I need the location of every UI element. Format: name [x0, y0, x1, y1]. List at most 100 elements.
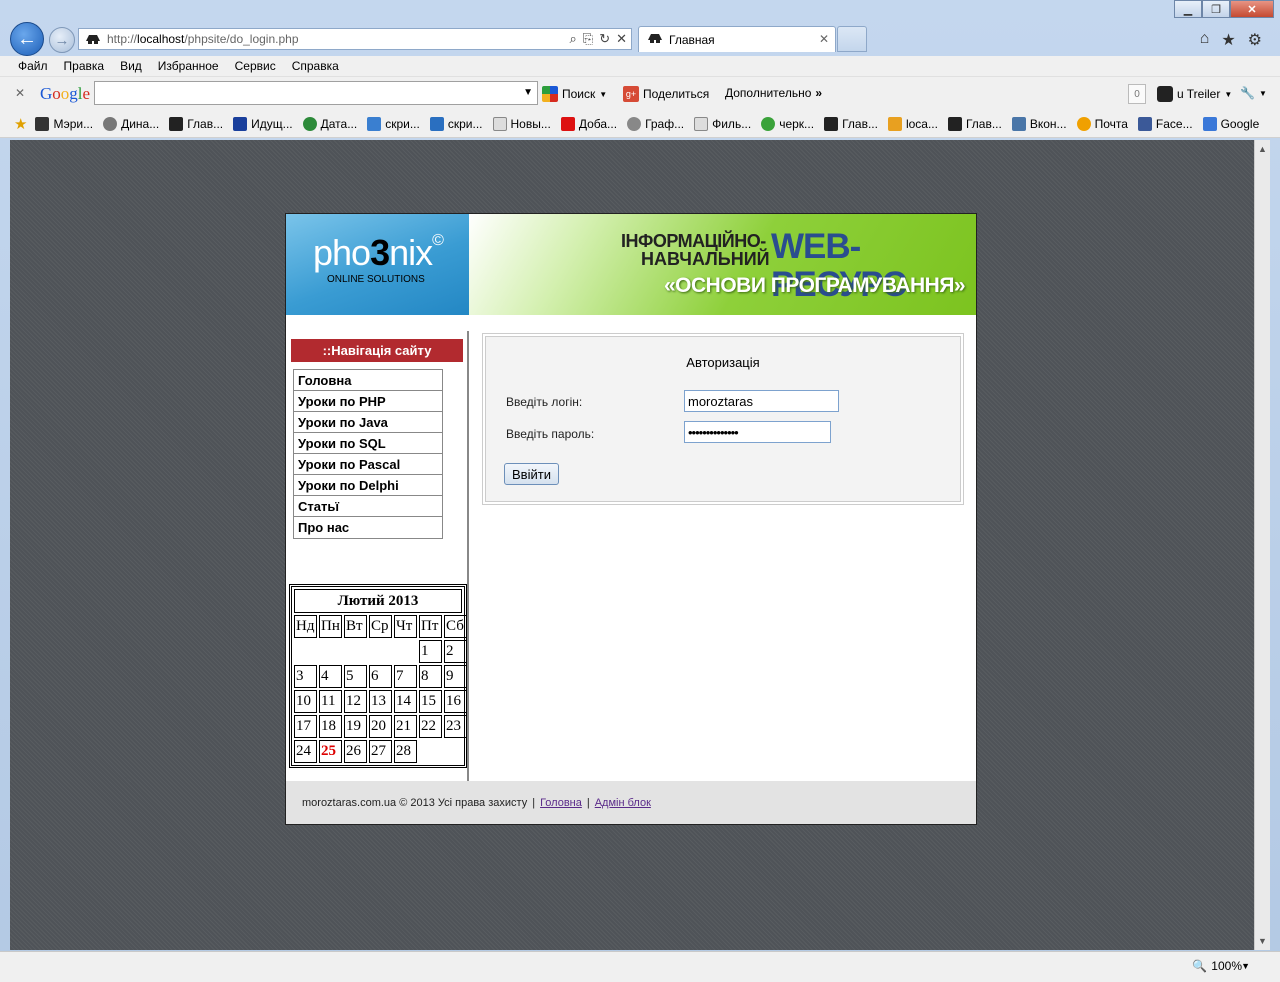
calendar-day[interactable]: 14 [394, 690, 417, 713]
login-input[interactable]: moroztaras [684, 390, 839, 412]
calendar-day[interactable]: 24 [294, 740, 317, 763]
calendar-day[interactable]: 6 [369, 665, 392, 688]
calendar-day[interactable]: 2 [444, 640, 467, 663]
google-search-icon [542, 86, 558, 102]
calendar-today[interactable]: 25 [319, 740, 342, 763]
login-submit-button[interactable]: Ввійти [504, 463, 559, 485]
nav-item-articles[interactable]: Статьї [294, 496, 442, 517]
calendar-day[interactable]: 10 [294, 690, 317, 713]
footer-link-admin[interactable]: Адмін блок [595, 797, 651, 809]
add-favorite-star-icon[interactable]: ★ [14, 115, 27, 133]
calendar-day[interactable]: 12 [344, 690, 367, 713]
new-tab-button[interactable] [837, 26, 867, 52]
calendar-day[interactable]: 27 [369, 740, 392, 763]
zoom-control[interactable]: 🔍 100% [1192, 959, 1242, 973]
bookmark-item[interactable]: скри... [367, 116, 420, 131]
refresh-icon[interactable]: ↻ [599, 31, 610, 47]
bookmark-item[interactable]: Дина... [103, 116, 159, 131]
bookmark-item[interactable]: скри... [429, 116, 483, 131]
toolbar-close-icon[interactable]: ✕ [15, 86, 25, 100]
menu-favorites[interactable]: Избранное [158, 59, 219, 73]
bookmark-item[interactable]: Филь... [694, 116, 751, 131]
menu-edit[interactable]: Правка [64, 59, 105, 73]
calendar-day[interactable]: 15 [419, 690, 442, 713]
menu-tools[interactable]: Сервис [235, 59, 276, 73]
maximize-button[interactable]: ❐ [1202, 0, 1230, 18]
calendar-day[interactable]: 7 [394, 665, 417, 688]
footer-link-home[interactable]: Головна [540, 797, 582, 809]
calendar-day[interactable]: 16 [444, 690, 467, 713]
calendar-day[interactable]: 1 [419, 640, 442, 663]
close-window-button[interactable]: ✕ [1230, 0, 1274, 18]
calendar-day[interactable]: 19 [344, 715, 367, 738]
bookmark-item[interactable]: loca... [887, 116, 938, 131]
tab-close-icon[interactable]: ✕ [819, 32, 829, 46]
menu-view[interactable]: Вид [120, 59, 142, 73]
password-input[interactable]: •••••••••••••• [684, 421, 831, 443]
menu-help[interactable]: Справка [292, 59, 339, 73]
bookmark-item[interactable]: черк... [761, 116, 814, 131]
calendar-day[interactable]: 3 [294, 665, 317, 688]
bookmark-item[interactable]: Google [1202, 116, 1259, 131]
bookmark-item[interactable]: Доба... [560, 116, 617, 131]
calendar-day[interactable]: 13 [369, 690, 392, 713]
bookmark-item[interactable]: Глав... [824, 116, 878, 131]
nav-item-home[interactable]: Головна [294, 370, 442, 391]
calendar-day[interactable]: 26 [344, 740, 367, 763]
forward-button[interactable]: → [49, 27, 75, 53]
nav-item-php[interactable]: Уроки по PHP [294, 391, 442, 412]
calendar-day[interactable]: 23 [444, 715, 467, 738]
compatibility-icon[interactable]: ⎘ [583, 31, 593, 47]
calendar-day[interactable]: 8 [419, 665, 442, 688]
calendar-day[interactable]: 17 [294, 715, 317, 738]
bookmark-item[interactable]: Новы... [492, 116, 551, 131]
calendar-day[interactable]: 11 [319, 690, 342, 713]
menu-file[interactable]: Файл [18, 59, 48, 73]
calendar-day[interactable]: 28 [394, 740, 417, 763]
bookmark-item[interactable]: Глав... [169, 116, 223, 131]
bookmark-item[interactable]: Дата... [302, 116, 357, 131]
tab-main[interactable]: Главная ✕ [638, 26, 836, 52]
notification-counter[interactable]: 0 [1128, 84, 1146, 104]
wrench-button[interactable]: 🔧 ▼ [1240, 86, 1267, 100]
calendar-day[interactable]: 5 [344, 665, 367, 688]
tools-gear-icon[interactable]: ⚙ [1248, 30, 1262, 50]
bookmark-item[interactable]: Глав... [947, 116, 1002, 131]
calendar-day[interactable]: 21 [394, 715, 417, 738]
google-search-input[interactable]: ▼ [94, 81, 538, 105]
bookmark-item[interactable]: Почта [1076, 116, 1128, 131]
nav-item-pascal[interactable]: Уроки по Pascal [294, 454, 442, 475]
site-logo[interactable]: pho3nix© [313, 232, 444, 274]
nav-item-java[interactable]: Уроки по Java [294, 412, 442, 433]
favorites-star-icon[interactable]: ★ [1221, 30, 1235, 50]
bookmark-item[interactable]: Идущ... [233, 116, 293, 131]
nav-item-about[interactable]: Про нас [294, 517, 442, 538]
share-button[interactable]: g+ Поделиться [623, 86, 709, 102]
vertical-scrollbar[interactable]: ▲ ▼ [1254, 140, 1270, 950]
nav-item-sql[interactable]: Уроки по SQL [294, 433, 442, 454]
calendar-day[interactable]: 18 [319, 715, 342, 738]
search-icon[interactable]: ⌕ [570, 31, 577, 47]
stop-icon[interactable]: ✕ [616, 31, 627, 47]
calendar-day[interactable]: 4 [319, 665, 342, 688]
home-icon[interactable]: ⌂ [1200, 30, 1210, 50]
minimize-button[interactable]: ▁ [1174, 0, 1202, 18]
address-bar[interactable]: http://localhost/phpsite/do_login.php ⌕ … [78, 28, 632, 50]
bookmark-item[interactable]: Мэри... [35, 116, 93, 131]
google-logo: Google [40, 84, 91, 103]
chevron-down-icon[interactable]: ▼ [1241, 961, 1250, 971]
more-button[interactable]: Дополнительно » [725, 86, 822, 100]
scroll-down-icon[interactable]: ▼ [1258, 936, 1267, 946]
calendar-day[interactable]: 9 [444, 665, 467, 688]
bookmark-item[interactable]: Face... [1137, 116, 1193, 131]
bookmark-item[interactable]: Вкон... [1011, 116, 1067, 131]
scroll-up-icon[interactable]: ▲ [1258, 144, 1267, 154]
calendar-day[interactable]: 22 [419, 715, 442, 738]
bookmark-item[interactable]: Граф... [627, 116, 684, 131]
calendar-day[interactable]: 20 [369, 715, 392, 738]
user-button[interactable]: u Treiler ▼ [1157, 86, 1232, 102]
nav-item-delphi[interactable]: Уроки по Delphi [294, 475, 442, 496]
back-button[interactable]: ← [10, 22, 44, 56]
google-search-button[interactable]: Поиск ▼ [542, 86, 607, 102]
chevron-down-icon[interactable]: ▼ [523, 87, 533, 98]
